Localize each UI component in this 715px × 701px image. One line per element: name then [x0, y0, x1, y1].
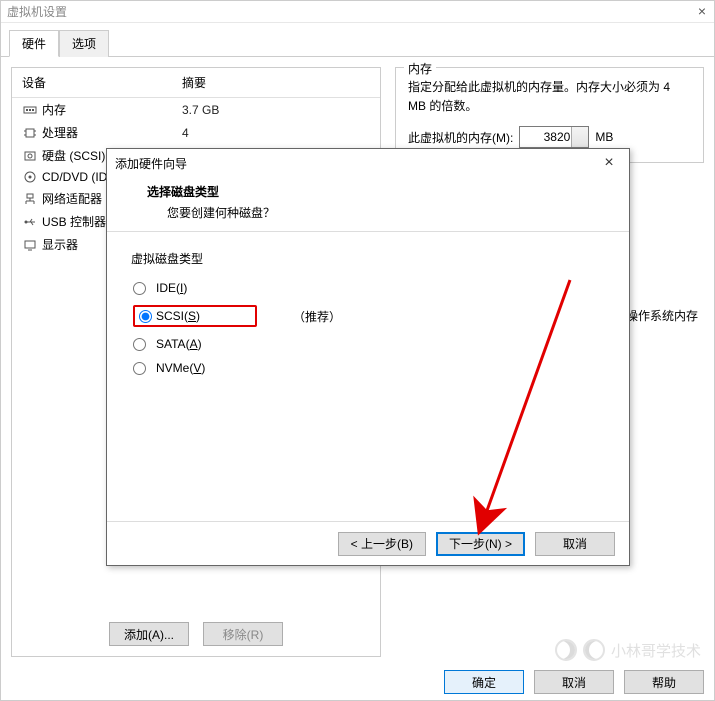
radio-nvme[interactable]: NVMe(V)	[131, 357, 605, 379]
next-button[interactable]: 下一步(N) >	[436, 532, 525, 556]
col-device: 设备	[22, 74, 182, 91]
radio-ide[interactable]: IDE(I)	[131, 277, 605, 299]
wizard-close-icon[interactable]: ×	[597, 154, 621, 172]
device-summary: 4	[182, 126, 370, 140]
memory-unit: MB	[595, 130, 613, 144]
wizard-footer: < 上一步(B) 下一步(N) > 取消	[107, 521, 629, 565]
radio-ide-input[interactable]	[133, 282, 146, 295]
radio-sata[interactable]: SATA(A)	[131, 333, 605, 355]
radio-sata-input[interactable]	[133, 338, 146, 351]
wizard-header: 选择磁盘类型 您要创建何种磁盘？	[107, 177, 629, 232]
memory-input-row: 此虚拟机的内存(M): 3820 ▲▼ MB	[408, 126, 691, 148]
wizard-heading: 选择磁盘类型	[147, 183, 609, 200]
dialog-buttons: 确定 取消 帮助	[444, 670, 704, 694]
ok-button[interactable]: 确定	[444, 670, 524, 694]
disk-icon	[22, 149, 38, 163]
device-row-memory[interactable]: 内存 3.7 GB	[12, 98, 380, 121]
spinner-arrows-icon[interactable]: ▲▼	[577, 128, 585, 146]
cpu-icon	[22, 126, 38, 140]
device-row-cpu[interactable]: 处理器 4	[12, 121, 380, 144]
device-list-buttons: 添加(A)... 移除(R)	[12, 622, 380, 646]
add-device-button[interactable]: 添加(A)...	[109, 622, 189, 646]
main-title: 虚拟机设置	[7, 3, 67, 20]
wizard-body: 虚拟磁盘类型 IDE(I) SCSI(S) （推荐） SATA(A) NVMe(…	[107, 232, 629, 399]
memory-icon	[22, 103, 38, 117]
col-summary: 摘要	[182, 74, 370, 91]
wizard-subheading: 您要创建何种磁盘？	[147, 204, 609, 221]
radio-ide-label: IDE(I)	[156, 281, 187, 295]
device-label: 处理器	[42, 124, 182, 141]
device-table-header: 设备 摘要	[12, 68, 380, 98]
cancel-button[interactable]: 取消	[534, 670, 614, 694]
remove-device-button: 移除(R)	[203, 622, 283, 646]
tab-options[interactable]: 选项	[59, 30, 109, 57]
disk-type-label: 虚拟磁盘类型	[131, 250, 605, 267]
radio-nvme-label: NVMe(V)	[156, 361, 205, 375]
memory-spinner[interactable]: 3820 ▲▼	[519, 126, 589, 148]
memory-description: 指定分配给此虚拟机的内存量。内存大小必须为 4 MB 的倍数。	[408, 78, 691, 116]
os-memory-hint: 操作系统内存	[626, 307, 698, 324]
usb-icon	[22, 215, 38, 229]
scsi-recommended: （推荐）	[293, 308, 341, 325]
radio-scsi-label: SCSI(S)	[156, 309, 200, 323]
watermark-icon	[555, 639, 577, 661]
memory-group-title: 内存	[404, 60, 436, 77]
close-icon[interactable]: ×	[698, 3, 706, 19]
device-summary: 3.7 GB	[182, 103, 370, 117]
network-icon	[22, 192, 38, 206]
main-titlebar: 虚拟机设置 ×	[1, 1, 714, 23]
radio-sata-label: SATA(A)	[156, 337, 202, 351]
radio-nvme-input[interactable]	[133, 362, 146, 375]
cd-icon	[22, 170, 38, 184]
scsi-highlight: SCSI(S)	[133, 305, 257, 327]
watermark-icon	[583, 639, 605, 661]
display-icon	[22, 238, 38, 252]
add-hardware-wizard: 添加硬件向导 × 选择磁盘类型 您要创建何种磁盘？ 虚拟磁盘类型 IDE(I) …	[106, 148, 630, 566]
watermark: 小林哥学技术	[555, 639, 701, 661]
radio-scsi-input[interactable]	[139, 310, 152, 323]
wizard-cancel-button[interactable]: 取消	[535, 532, 615, 556]
help-button[interactable]: 帮助	[624, 670, 704, 694]
wizard-titlebar: 添加硬件向导 ×	[107, 149, 629, 177]
tab-hardware[interactable]: 硬件	[9, 30, 59, 57]
back-button[interactable]: < 上一步(B)	[338, 532, 426, 556]
memory-value: 3820	[544, 130, 571, 144]
tabs: 硬件 选项	[1, 23, 714, 57]
memory-label: 此虚拟机的内存(M):	[408, 129, 513, 146]
device-label: 内存	[42, 101, 182, 118]
watermark-text: 小林哥学技术	[611, 640, 701, 661]
wizard-title: 添加硬件向导	[115, 155, 187, 172]
radio-scsi-row: SCSI(S) （推荐）	[131, 301, 605, 331]
